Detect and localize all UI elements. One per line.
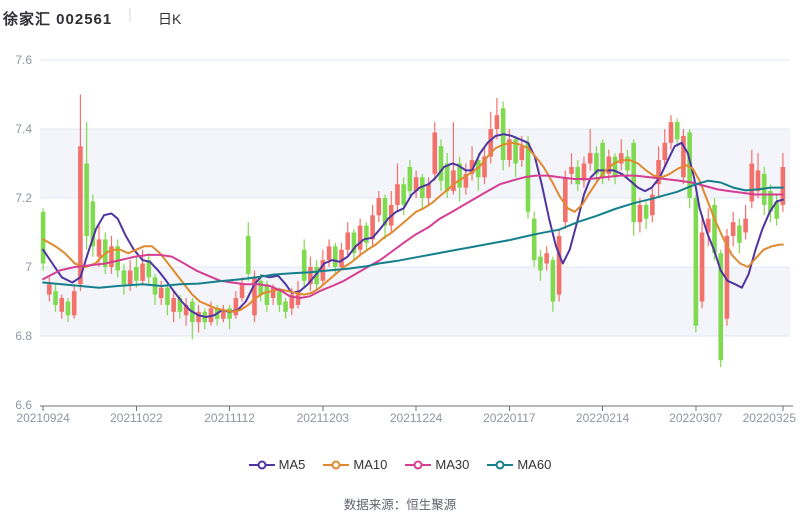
- x-axis-label: 20210924: [16, 411, 70, 425]
- legend-label: MA5: [279, 457, 306, 472]
- candle: [644, 201, 649, 229]
- candle: [743, 205, 748, 240]
- ma30-legend-marker-icon: [405, 460, 431, 470]
- candle: [774, 195, 779, 226]
- data-source: 数据来源：恒生聚源: [0, 494, 800, 513]
- x-axis-label: 20211224: [390, 411, 443, 425]
- y-axis-label: 6.6: [15, 398, 32, 412]
- candle: [364, 222, 369, 250]
- k-chart[interactable]: 20210924 20211022 20211112 20211203 20211224…: [0, 0, 800, 440]
- candle: [638, 198, 643, 233]
- legend: MA5 MA10 MA30 MA60: [0, 457, 800, 472]
- ma5-legend-marker-icon: [249, 460, 275, 470]
- ma10-legend-marker-icon: [323, 460, 349, 470]
- legend-item-ma30[interactable]: MA30: [405, 457, 469, 472]
- x-axis-label: 20211022: [110, 411, 163, 425]
- candle: [700, 215, 705, 308]
- candle: [694, 195, 699, 333]
- y-axis-label: 7.6: [15, 53, 32, 67]
- legend-label: MA30: [435, 457, 469, 472]
- y-axis-label: 7.2: [15, 191, 32, 205]
- legend-item-ma60[interactable]: MA60: [487, 457, 551, 472]
- x-axis-label: 20220307: [669, 411, 723, 425]
- candle: [557, 229, 562, 301]
- stock-chart-app: 徐家汇 002561 | 日K 202109242021102220211112…: [0, 0, 800, 517]
- candle: [563, 170, 568, 229]
- y-axis-label: 7.4: [15, 122, 32, 136]
- x-axis-label: 20220117: [483, 411, 536, 425]
- legend-label: MA60: [517, 457, 551, 472]
- candle: [737, 219, 742, 254]
- legend-label: MA10: [353, 457, 387, 472]
- candle: [352, 229, 357, 260]
- y-axis-label: 6.8: [15, 329, 32, 343]
- candle: [420, 174, 425, 209]
- x-axis-label: 20211203: [297, 411, 350, 425]
- candle: [78, 95, 83, 292]
- ma60-legend-marker-icon: [487, 460, 513, 470]
- candle: [731, 212, 736, 247]
- candle: [302, 239, 307, 287]
- plot-band: [40, 267, 790, 336]
- x-axis-label: 20220214: [576, 411, 630, 425]
- x-axis-label: 20220325: [743, 411, 797, 425]
- candle: [370, 205, 375, 246]
- x-axis-label: 20211112: [204, 411, 255, 425]
- candle: [532, 212, 537, 267]
- y-axis-label: 7: [25, 260, 32, 274]
- candle: [383, 195, 388, 240]
- candle: [631, 139, 636, 236]
- candle: [762, 167, 767, 215]
- candle: [358, 219, 363, 257]
- candle: [246, 222, 251, 281]
- candle: [681, 129, 686, 184]
- legend-item-ma5[interactable]: MA5: [249, 457, 306, 472]
- candle: [345, 222, 350, 257]
- candle: [501, 101, 506, 170]
- legend-item-ma10[interactable]: MA10: [323, 457, 387, 472]
- candle: [339, 243, 344, 271]
- candle: [91, 195, 96, 257]
